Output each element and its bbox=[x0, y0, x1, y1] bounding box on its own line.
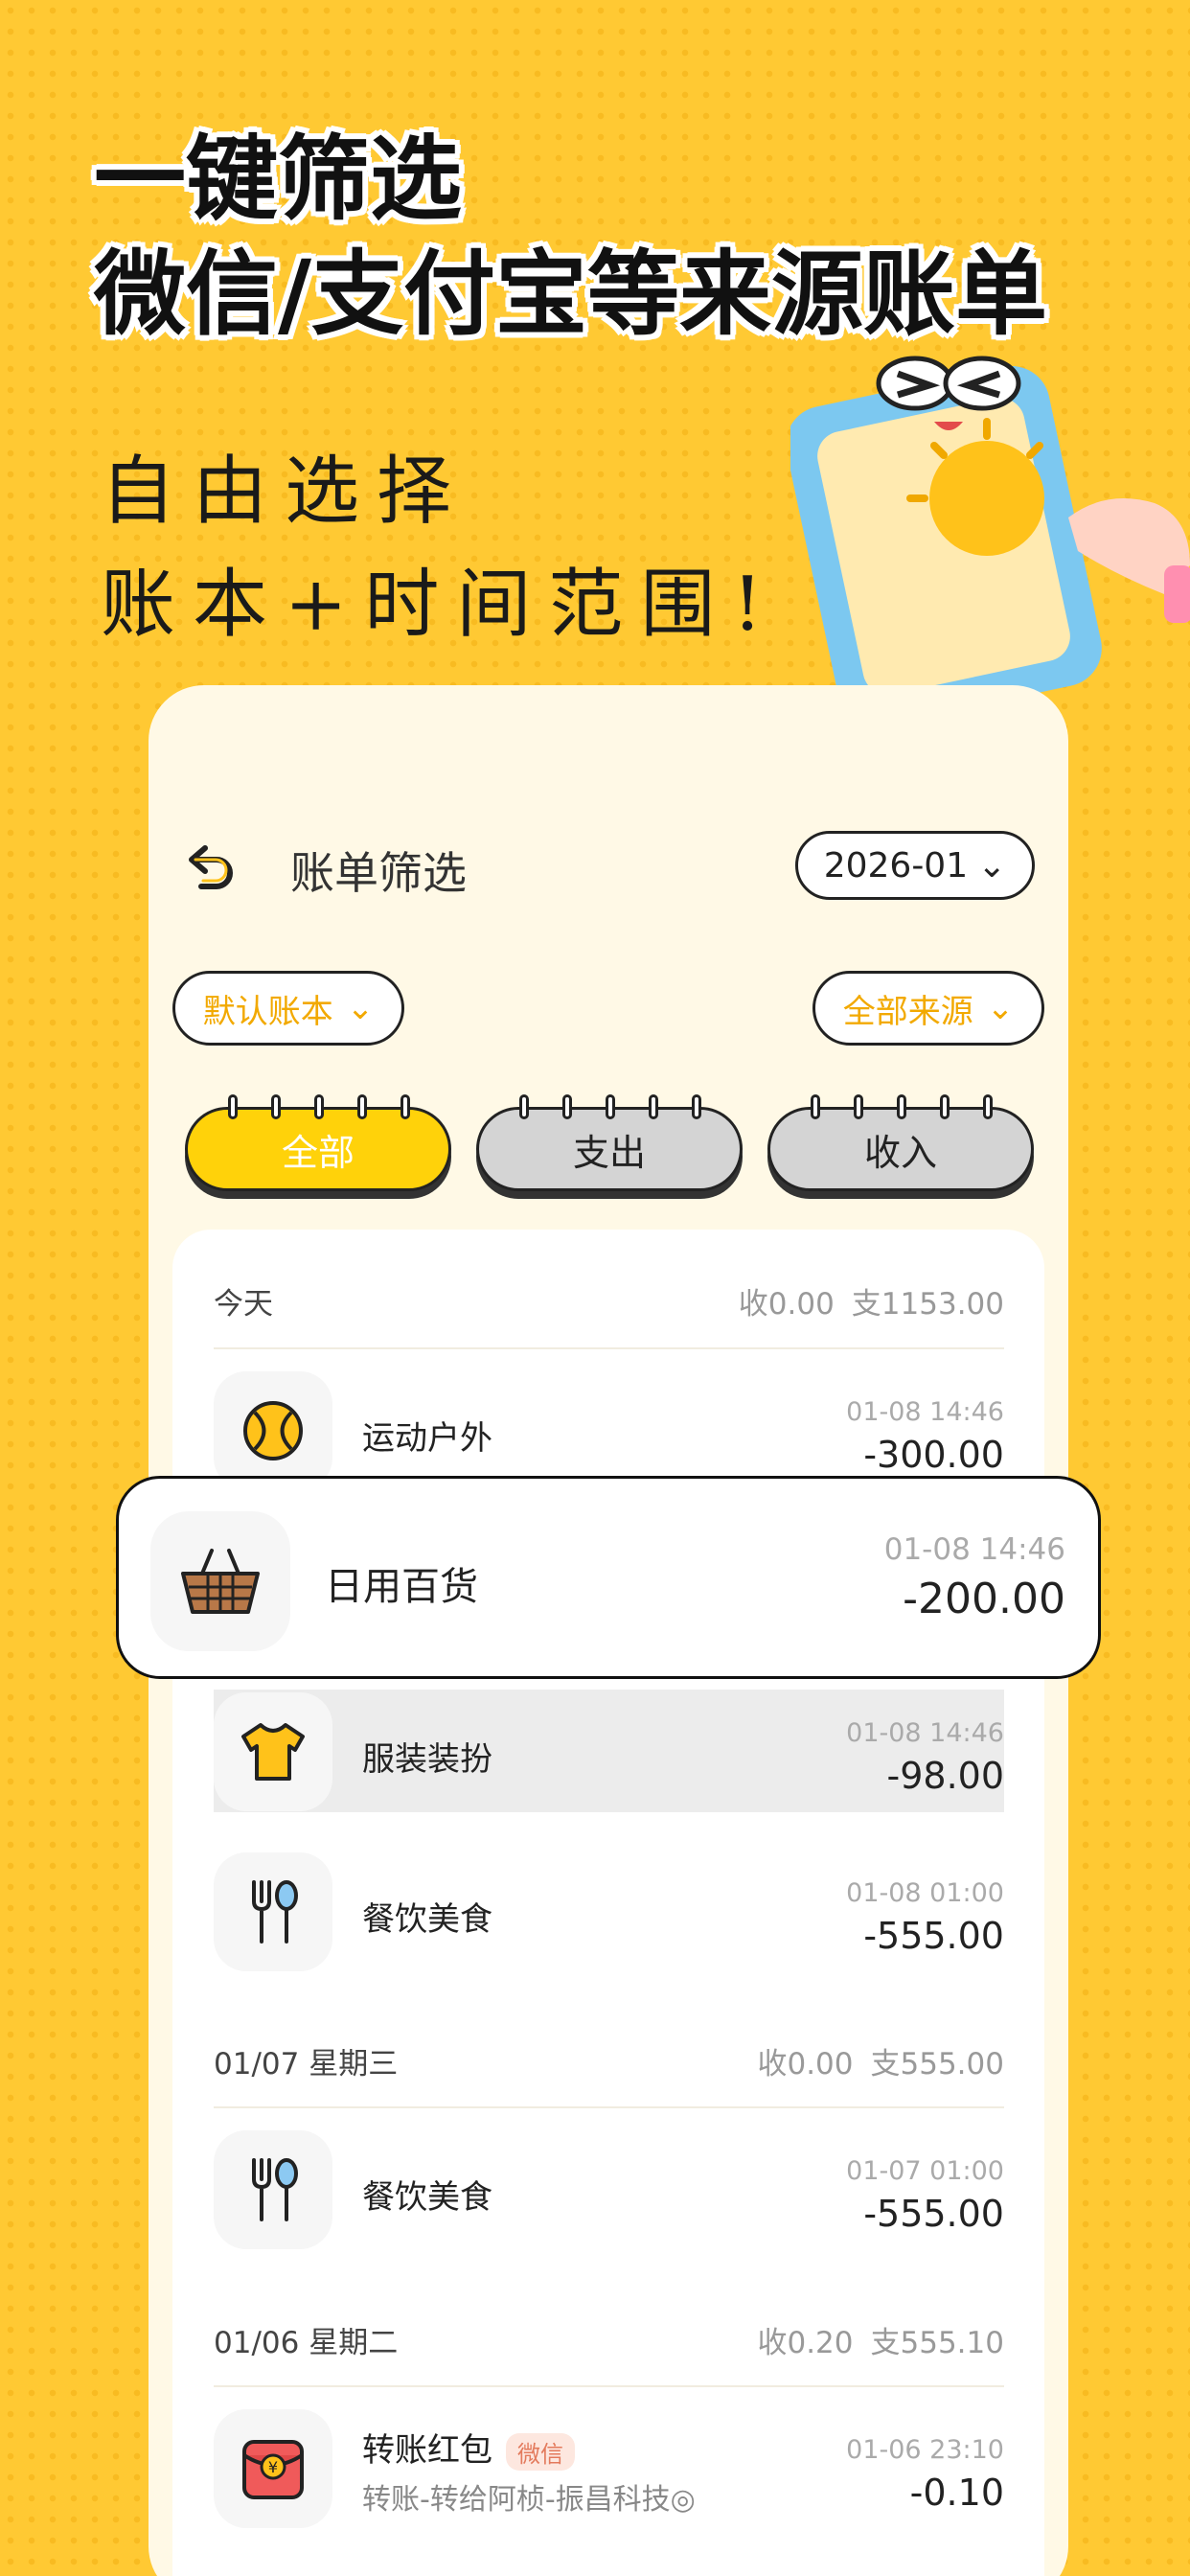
day-income: 收0.00 bbox=[757, 2047, 854, 2082]
transaction-amount: -200.00 bbox=[903, 1575, 1065, 1623]
page-title: 账单筛选 bbox=[290, 847, 467, 899]
book-selector[interactable]: 默认账本 ⌄ bbox=[172, 971, 404, 1046]
source-value: 全部来源 bbox=[842, 992, 973, 1031]
promo-subtitle-2: 账本+时间范围! bbox=[101, 562, 780, 648]
source-tag: 微信 bbox=[506, 2433, 575, 2471]
day-expense: 支555.00 bbox=[870, 2047, 1004, 2082]
tab-income-label: 收入 bbox=[863, 1131, 937, 1174]
phone-mascot-illustration bbox=[790, 356, 1190, 726]
transaction-category: 运动户外 bbox=[362, 1419, 492, 1458]
date-value: 2026-01 bbox=[823, 845, 969, 886]
transaction-memo: 转账-转给阿桢-振昌科技◎ bbox=[362, 2483, 696, 2517]
red-envelope-icon: ¥ bbox=[214, 2409, 332, 2528]
tennis-ball-icon bbox=[214, 1371, 332, 1490]
transaction-category: 转账红包 微信 bbox=[362, 2424, 575, 2471]
highlighted-transaction[interactable]: 日用百货 01-08 14:46 -200.00 bbox=[116, 1476, 1101, 1679]
tab-expense[interactable]: 支出 bbox=[476, 1094, 743, 1191]
tab-expense-label: 支出 bbox=[572, 1131, 646, 1174]
day-income: 收0.00 bbox=[738, 1287, 835, 1322]
tab-income[interactable]: 收入 bbox=[767, 1094, 1034, 1191]
transaction-category: 餐饮美食 bbox=[362, 1900, 492, 1939]
source-selector[interactable]: 全部来源 ⌄ bbox=[812, 971, 1044, 1046]
transaction-list: 今天 收0.00 支1153.00 运动户外 01-08 14:46 -300.0… bbox=[172, 1230, 1044, 2576]
day-label: 01/07 星期三 bbox=[214, 2047, 399, 2082]
day-header: 01/07 星期三 收0.00 支555.00 bbox=[214, 2039, 1004, 2097]
transaction-category: 服装装扮 bbox=[362, 1740, 492, 1779]
transaction-time: 01-07 01:00 bbox=[846, 2156, 1004, 2186]
divider bbox=[214, 2385, 1004, 2387]
promo-subtitle-1: 自由选择 bbox=[101, 448, 469, 535]
day-header: 01/06 星期二 收0.20 支555.10 bbox=[214, 2318, 1004, 2376]
transaction-category: 日用百货 bbox=[325, 1565, 478, 1609]
back-arrow-icon[interactable] bbox=[182, 839, 240, 896]
transaction-amount: -98.00 bbox=[886, 1755, 1005, 1797]
chevron-down-icon: ⌄ bbox=[346, 989, 375, 1027]
fork-spoon-icon bbox=[214, 1852, 332, 1971]
transaction-row[interactable]: 运动户外 01-08 14:46 -300.00 bbox=[214, 1368, 1004, 1491]
tab-all[interactable]: 全部 bbox=[185, 1094, 451, 1191]
transaction-amount: -300.00 bbox=[863, 1434, 1004, 1476]
transaction-amount: -555.00 bbox=[863, 1915, 1004, 1957]
day-header: 今天 收0.00 支1153.00 bbox=[214, 1279, 1004, 1337]
transaction-amount: -0.10 bbox=[909, 2472, 1004, 2514]
transaction-row[interactable]: 餐饮美食 01-07 01:00 -555.00 bbox=[214, 2128, 1004, 2250]
divider bbox=[214, 1347, 1004, 1349]
chevron-down-icon: ⌄ bbox=[977, 845, 1007, 886]
basket-icon bbox=[150, 1511, 290, 1651]
day-label: 01/06 星期二 bbox=[214, 2326, 399, 2360]
day-expense: 支1153.00 bbox=[851, 1287, 1004, 1322]
transaction-time: 01-06 23:10 bbox=[846, 2435, 1004, 2465]
divider bbox=[214, 2106, 1004, 2108]
binder-rings bbox=[811, 1094, 993, 1119]
tshirt-icon bbox=[214, 1692, 332, 1811]
fork-spoon-icon bbox=[214, 2130, 332, 2249]
transaction-row[interactable]: 服装装扮 01-08 14:46 -98.00 bbox=[214, 1690, 1004, 1812]
svg-text:¥: ¥ bbox=[268, 2458, 278, 2476]
transaction-time: 01-08 14:46 bbox=[846, 1397, 1004, 1427]
transaction-time: 01-08 14:46 bbox=[883, 1532, 1065, 1567]
binder-rings bbox=[228, 1094, 410, 1119]
date-picker[interactable]: 2026-01 ⌄ bbox=[795, 831, 1035, 900]
transaction-time: 01-08 01:00 bbox=[846, 1878, 1004, 1908]
day-income: 收0.20 bbox=[757, 2326, 854, 2360]
transaction-time: 01-08 14:46 bbox=[846, 1718, 1004, 1748]
category-label: 转账红包 bbox=[362, 2431, 492, 2470]
promo-headline-2: 微信/支付宝等来源账单 bbox=[94, 241, 1048, 348]
chevron-down-icon: ⌄ bbox=[986, 989, 1015, 1027]
day-label: 今天 bbox=[214, 1287, 273, 1322]
top-bar: 账单筛选 2026-01 ⌄ bbox=[149, 810, 1068, 925]
day-expense: 支555.10 bbox=[870, 2326, 1004, 2360]
binder-rings bbox=[519, 1094, 701, 1119]
tab-all-label: 全部 bbox=[281, 1131, 355, 1174]
promo-headline-1: 一键筛选 bbox=[94, 126, 462, 233]
book-value: 默认账本 bbox=[202, 992, 333, 1031]
transaction-row[interactable]: ¥ 转账红包 微信 转账-转给阿桢-振昌科技◎ 01-06 23:10 -0.10 bbox=[214, 2406, 1004, 2529]
transaction-amount: -555.00 bbox=[863, 2193, 1004, 2235]
transaction-category: 餐饮美食 bbox=[362, 2178, 492, 2217]
transaction-row[interactable]: 餐饮美食 01-08 01:00 -555.00 bbox=[214, 1850, 1004, 1972]
